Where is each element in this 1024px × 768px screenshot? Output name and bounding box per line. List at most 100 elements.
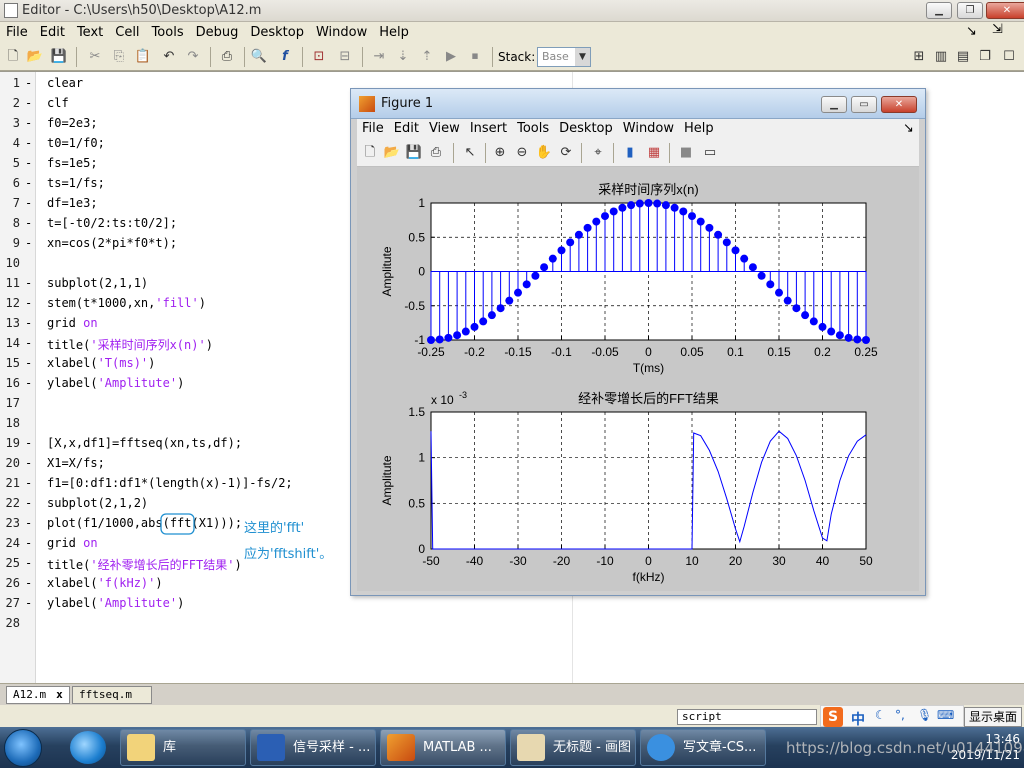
breakpoint-marker[interactable]: - <box>25 536 32 550</box>
code-line[interactable]: f0=2e3; <box>47 116 98 130</box>
taskbar-item-paint[interactable]: 无标题 - 画图 <box>510 729 636 766</box>
undo-icon[interactable]: ↶ <box>160 48 178 66</box>
code-line[interactable]: t0=1/f0; <box>47 136 105 150</box>
pan-icon[interactable]: ✋ <box>535 144 553 162</box>
code-line[interactable]: X1=X/fs; <box>47 456 105 470</box>
save-icon[interactable]: 💾 <box>50 48 68 66</box>
code-line[interactable]: ylabel('Amplitute') <box>47 376 184 390</box>
step-in-icon[interactable]: ⇣ <box>394 48 412 66</box>
tile-columns-icon[interactable]: ▥ <box>932 48 950 66</box>
breakpoint-marker[interactable]: - <box>25 216 32 230</box>
copy-icon[interactable]: ⎘ <box>110 48 128 66</box>
breakpoint-marker[interactable]: - <box>25 476 32 490</box>
breakpoint-marker[interactable]: - <box>25 296 32 310</box>
set-breakpoint-icon[interactable]: ⊡ <box>310 48 328 66</box>
punctuation-icon[interactable]: °, <box>895 708 905 722</box>
breakpoint-marker[interactable]: - <box>25 196 32 210</box>
code-line[interactable]: t=[-t0/2:ts:t0/2]; <box>47 216 177 230</box>
fig-dock-arrow-icon[interactable]: ↘ <box>903 121 914 136</box>
fig-menu-window[interactable]: Window <box>618 119 679 136</box>
breakpoint-marker[interactable]: - <box>25 176 32 190</box>
code-line[interactable]: title('采样时间序列x(n)') <box>47 336 213 353</box>
breakpoint-marker[interactable]: - <box>25 596 32 610</box>
tile-rows-icon[interactable]: ▤ <box>954 48 972 66</box>
zoom-in-icon[interactable]: ⊕ <box>491 144 509 162</box>
rotate-icon[interactable]: ⟳ <box>557 144 575 162</box>
tile-grid-icon[interactable]: ⊞ <box>910 48 928 66</box>
fig-menu-tools[interactable]: Tools <box>512 119 554 136</box>
figure-maximize-button[interactable]: ▭ <box>851 96 877 113</box>
code-line[interactable]: title('经补零增长后的FFT结果') <box>47 556 242 573</box>
fig-print-icon[interactable]: ⎙ <box>427 144 445 162</box>
breakpoint-marker[interactable]: - <box>25 316 32 330</box>
taskbar-item-browser[interactable]: 写文章-CS... <box>640 729 766 766</box>
figure-minimize-button[interactable]: ▁ <box>821 96 847 113</box>
tab-a12-close-icon[interactable]: x <box>56 687 63 703</box>
fig-save-icon[interactable]: 💾 <box>405 144 423 162</box>
new-file-icon[interactable]: 🗋 <box>4 48 22 66</box>
show-desktop-button[interactable]: 显示桌面 <box>964 707 1022 727</box>
exit-debug-icon[interactable]: ⏹ <box>466 48 484 66</box>
menu-edit[interactable]: Edit <box>34 22 71 40</box>
function-icon[interactable]: f <box>276 48 294 66</box>
fig-open-icon[interactable]: 📂 <box>383 144 401 162</box>
mic-icon[interactable]: 🎙 <box>917 708 932 722</box>
menu-cell[interactable]: Cell <box>109 22 145 40</box>
tab-a12[interactable]: A12.m x <box>6 686 70 704</box>
code-line[interactable]: subplot(2,1,1) <box>47 276 148 290</box>
tab-fftseq[interactable]: fftseq.mx <box>72 686 152 717</box>
cut-icon[interactable]: ✂ <box>86 48 104 66</box>
fig-menu-insert[interactable]: Insert <box>465 119 512 136</box>
code-line[interactable]: grid on <box>47 536 98 550</box>
menu-debug[interactable]: Debug <box>190 22 245 40</box>
code-line[interactable]: xlabel('T(ms)') <box>47 356 155 370</box>
maximize-button[interactable]: ❐ <box>957 2 983 19</box>
maximize-panel-icon[interactable]: ☐ <box>1000 48 1018 66</box>
menu-file[interactable]: File <box>0 22 34 40</box>
code-line[interactable]: subplot(2,1,2) <box>47 496 148 510</box>
taskbar-item-word[interactable]: 信号采样 - ... <box>250 729 376 766</box>
fig-menu-edit[interactable]: Edit <box>389 119 424 136</box>
breakpoint-marker[interactable]: - <box>25 556 32 570</box>
show-plot-tools-icon[interactable]: ▭ <box>701 144 719 162</box>
menu-desktop[interactable]: Desktop <box>244 22 310 40</box>
fig-menu-help[interactable]: Help <box>679 119 719 136</box>
code-line[interactable]: f1=[0:df1:df1*(length(x)-1)]-fs/2; <box>47 476 293 490</box>
data-cursor-icon[interactable]: ⌖ <box>589 144 607 162</box>
paste-icon[interactable]: 📋 <box>134 48 152 66</box>
legend-icon[interactable]: ▦ <box>645 144 663 162</box>
code-line[interactable]: clf <box>47 96 69 110</box>
breakpoint-marker[interactable]: - <box>25 276 32 290</box>
find-icon[interactable]: 🔍 <box>250 48 268 66</box>
menu-window[interactable]: Window <box>310 22 373 40</box>
colorbar-icon[interactable]: ▮ <box>621 144 639 162</box>
breakpoint-marker[interactable]: - <box>25 136 32 150</box>
menu-help[interactable]: Help <box>373 22 415 40</box>
zoom-out-icon[interactable]: ⊖ <box>513 144 531 162</box>
breakpoint-marker[interactable]: - <box>25 76 32 90</box>
code-line[interactable]: ts=1/fs; <box>47 176 105 190</box>
figure-canvas[interactable]: -0.25 -0.2 -0.15 -0.1 -0.05 0 0.05 0.1 0.15 0.2 0.… <box>357 167 919 591</box>
taskbar-item-matlab[interactable]: MATLAB ... <box>380 729 506 766</box>
code-line[interactable]: ylabel('Amplitute') <box>47 596 184 610</box>
menu-tools[interactable]: Tools <box>146 22 190 40</box>
ime-lang[interactable]: 中 <box>851 709 865 729</box>
pointer-icon[interactable]: ↖ <box>461 144 479 162</box>
breakpoint-marker[interactable]: - <box>25 576 32 590</box>
undock-icon[interactable]: ⇲ <box>992 22 1003 37</box>
close-button[interactable]: ✕ <box>986 2 1024 19</box>
moon-icon[interactable]: ☾ <box>875 708 886 722</box>
fig-menu-file[interactable]: File <box>357 119 389 136</box>
breakpoint-marker[interactable]: - <box>25 516 32 530</box>
code-line[interactable]: grid on <box>47 316 98 330</box>
float-icon[interactable]: ❐ <box>976 48 994 66</box>
stack-select[interactable]: Base ▼ <box>537 47 591 67</box>
open-folder-icon[interactable]: 📂 <box>26 48 44 66</box>
ie-icon[interactable] <box>70 731 106 764</box>
code-line[interactable]: df=1e3; <box>47 196 98 210</box>
breakpoint-marker[interactable]: - <box>25 436 32 450</box>
figure-close-button[interactable]: ✕ <box>881 96 917 113</box>
breakpoint-marker[interactable]: - <box>25 156 32 170</box>
breakpoint-marker[interactable]: - <box>25 336 32 350</box>
fig-menu-desktop[interactable]: Desktop <box>554 119 618 136</box>
